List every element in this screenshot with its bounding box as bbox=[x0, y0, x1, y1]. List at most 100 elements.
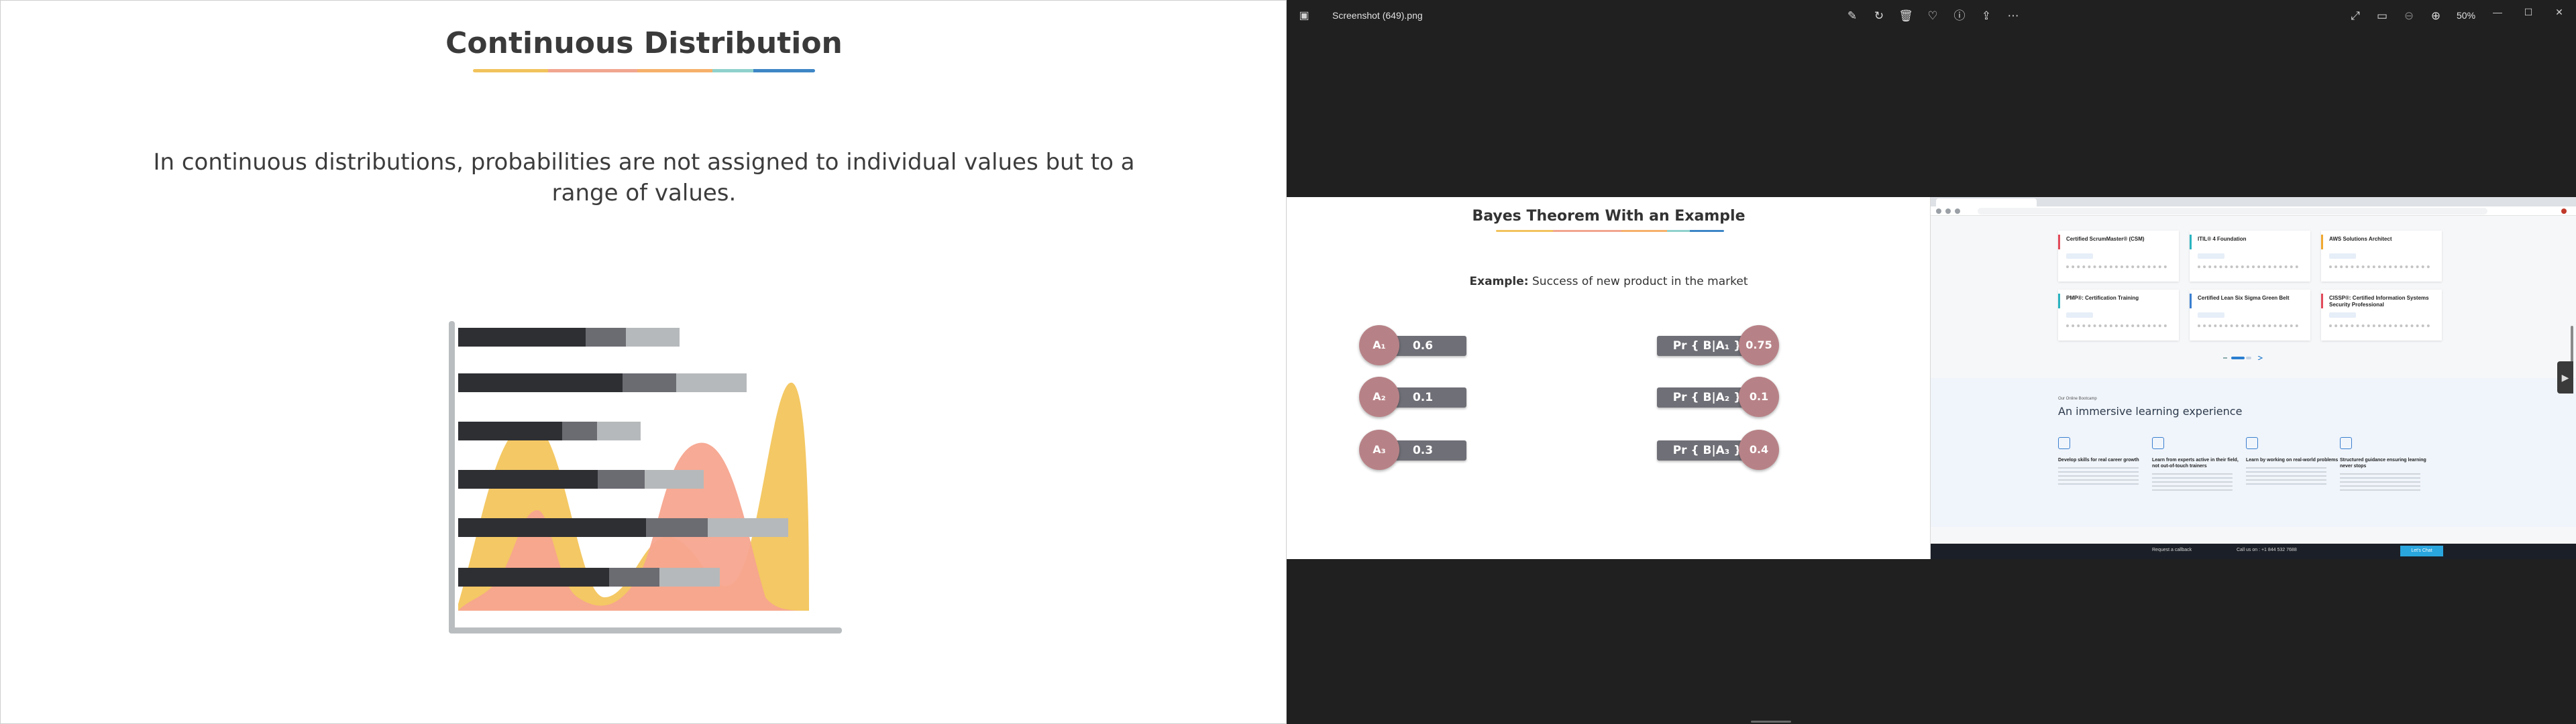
prior-a2: 0.1 A₂ bbox=[1359, 377, 1487, 417]
feature-icon bbox=[2246, 437, 2258, 449]
call-us-text: Call us on : +1 844 532 7688 bbox=[2237, 548, 2297, 552]
back-icon bbox=[1936, 208, 1941, 214]
card-title: ITIL® 4 Foundation bbox=[2198, 236, 2247, 242]
favorite-icon[interactable]: ♡ bbox=[1924, 8, 1941, 24]
slideshow-icon[interactable]: ▭ bbox=[2373, 8, 2391, 24]
browser-tab-strip bbox=[1931, 197, 2576, 206]
zoom-out-icon[interactable]: ⊖ bbox=[2400, 8, 2418, 24]
feature-text-lines bbox=[2058, 467, 2139, 485]
course-card: Certified Lean Six Sigma Green Belt bbox=[2190, 290, 2310, 341]
course-card: ITIL® 4 Foundation bbox=[2190, 231, 2310, 282]
zoom-in-icon[interactable]: ⊕ bbox=[2427, 8, 2445, 24]
feature-text-lines bbox=[2246, 467, 2326, 485]
feature-text-lines bbox=[2340, 473, 2420, 491]
example-text: Success of new product in the market bbox=[1528, 275, 1748, 288]
card-accent bbox=[2190, 235, 2192, 249]
card-meta bbox=[2198, 324, 2298, 328]
close-icon[interactable]: ✕ bbox=[2549, 4, 2569, 20]
bayes-title-underline bbox=[1496, 230, 1724, 232]
title-underline bbox=[473, 69, 815, 72]
info-icon[interactable]: ⓘ bbox=[1951, 8, 1968, 24]
callback-link: Request a callback bbox=[2152, 548, 2192, 552]
course-card: AWS Solutions Architect bbox=[2321, 231, 2442, 282]
photos-app-icon: ▣ bbox=[1299, 10, 1309, 21]
likelihood-b-a1-value: 0.75 bbox=[1739, 325, 1779, 365]
edit-icon[interactable]: ✎ bbox=[1843, 8, 1861, 24]
prior-a3-label: A₃ bbox=[1359, 430, 1399, 470]
card-meta bbox=[2066, 265, 2167, 269]
card-tag bbox=[2198, 312, 2224, 318]
bar-row-2 bbox=[458, 373, 747, 392]
delete-icon[interactable]: 🗑 bbox=[1897, 8, 1915, 24]
card-title: Certified Lean Six Sigma Green Belt bbox=[2198, 295, 2290, 301]
reload-icon bbox=[1955, 208, 1960, 214]
slide-title: Continuous Distribution bbox=[445, 26, 843, 60]
bayes-example: Example: Success of new product in the m… bbox=[1287, 275, 1931, 288]
chat-button: Let's Chat bbox=[2400, 546, 2443, 556]
likelihood-b-a2: Pr { B|A₂ } 0.1 bbox=[1657, 377, 1784, 417]
bar-row-5 bbox=[458, 518, 788, 537]
card-meta bbox=[2066, 324, 2167, 328]
more-icon[interactable]: ⋯ bbox=[2004, 8, 2022, 24]
course-card: PMP®: Certification Training bbox=[2058, 290, 2179, 341]
card-accent bbox=[2058, 235, 2060, 249]
minimize-icon[interactable]: — bbox=[2487, 4, 2508, 20]
card-accent bbox=[2058, 294, 2060, 308]
rotate-icon[interactable]: ↻ bbox=[1870, 8, 1888, 24]
url-field bbox=[1978, 208, 2487, 215]
card-title: PMP®: Certification Training bbox=[2066, 295, 2139, 301]
browser-screenshot: Certified ScrumMaster® (CSM) ITIL® 4 Fou… bbox=[1931, 197, 2576, 559]
feature-text-lines bbox=[2152, 473, 2233, 491]
displayed-image: Bayes Theorem With an Example Example: S… bbox=[1287, 197, 2576, 559]
likelihood-b-a3-value: 0.4 bbox=[1739, 430, 1779, 470]
course-card: CISSP®: Certified Information Systems Se… bbox=[2321, 290, 2442, 341]
side-panel-toggle[interactable]: ▶ bbox=[2557, 361, 2573, 394]
card-tag bbox=[2329, 253, 2356, 259]
likelihood-b-a1: Pr { B|A₁ } 0.75 bbox=[1657, 325, 1784, 365]
slide-body-text: In continuous distributions, probabiliti… bbox=[153, 149, 1135, 206]
card-tag bbox=[2066, 253, 2093, 259]
learning-section: Our Online Bootcamp An immersive learnin… bbox=[1931, 378, 2576, 527]
feature-item: Learn from experts active in their field… bbox=[2152, 437, 2246, 491]
share-icon[interactable]: ⇪ bbox=[1978, 8, 1995, 24]
file-name: Screenshot (649).png bbox=[1332, 10, 1423, 21]
presentation-slide: Continuous Distribution In continuous di… bbox=[0, 0, 1287, 724]
feature-item: Structured guidance ensuring learning ne… bbox=[2340, 437, 2434, 491]
feature-heading: Learn from experts active in their field… bbox=[2152, 458, 2239, 469]
feature-heading: Structured guidance ensuring learning ne… bbox=[2340, 458, 2426, 469]
sticky-footer: Request a callback Call us on : +1 844 5… bbox=[1931, 544, 2576, 559]
distribution-illustration bbox=[449, 321, 842, 634]
feature-icon bbox=[2340, 437, 2352, 449]
likelihood-b-a3: Pr { B|A₃ } 0.4 bbox=[1657, 430, 1784, 470]
card-title: CISSP®: Certified Information Systems Se… bbox=[2329, 295, 2429, 308]
zoom-level[interactable]: 50% bbox=[2457, 10, 2475, 21]
filmstrip-handle[interactable] bbox=[1751, 721, 1791, 723]
card-accent bbox=[2321, 294, 2323, 308]
bayes-slide: Bayes Theorem With an Example Example: S… bbox=[1287, 197, 1931, 559]
prior-a1: 0.6 A₁ bbox=[1359, 325, 1487, 365]
card-accent bbox=[2190, 294, 2192, 308]
example-label: Example: bbox=[1469, 275, 1529, 288]
card-meta bbox=[2329, 265, 2430, 269]
feature-icon bbox=[2152, 437, 2164, 449]
carousel-pager bbox=[2223, 356, 2263, 360]
card-meta bbox=[2198, 265, 2298, 269]
feature-item: Develop skills for real career growth bbox=[2058, 437, 2152, 485]
feature-heading: Develop skills for real career growth bbox=[2058, 458, 2139, 463]
section-eyebrow: Our Online Bootcamp bbox=[2058, 397, 2097, 401]
fullscreen-icon[interactable]: ⤢ bbox=[2347, 8, 2364, 24]
viewer-titlebar: ▣ Screenshot (649).png ✎ ↻ 🗑 ♡ ⓘ ⇪ ⋯ ⤢ ▭… bbox=[1287, 0, 2576, 32]
maximize-icon[interactable]: ☐ bbox=[2518, 4, 2538, 20]
card-tag bbox=[2066, 312, 2093, 318]
card-accent bbox=[2321, 235, 2323, 249]
card-title: AWS Solutions Architect bbox=[2329, 236, 2392, 242]
screen: Continuous Distribution In continuous di… bbox=[0, 0, 2576, 724]
bar-row-1 bbox=[458, 328, 680, 347]
bar-row-6 bbox=[458, 568, 720, 587]
card-title: Certified ScrumMaster® (CSM) bbox=[2066, 236, 2145, 242]
course-card: Certified ScrumMaster® (CSM) bbox=[2058, 231, 2179, 282]
card-tag bbox=[2198, 253, 2224, 259]
bayes-title: Bayes Theorem With an Example bbox=[1472, 208, 1746, 225]
section-heading: An immersive learning experience bbox=[2058, 405, 2243, 418]
likelihood-b-a2-value: 0.1 bbox=[1739, 377, 1779, 417]
